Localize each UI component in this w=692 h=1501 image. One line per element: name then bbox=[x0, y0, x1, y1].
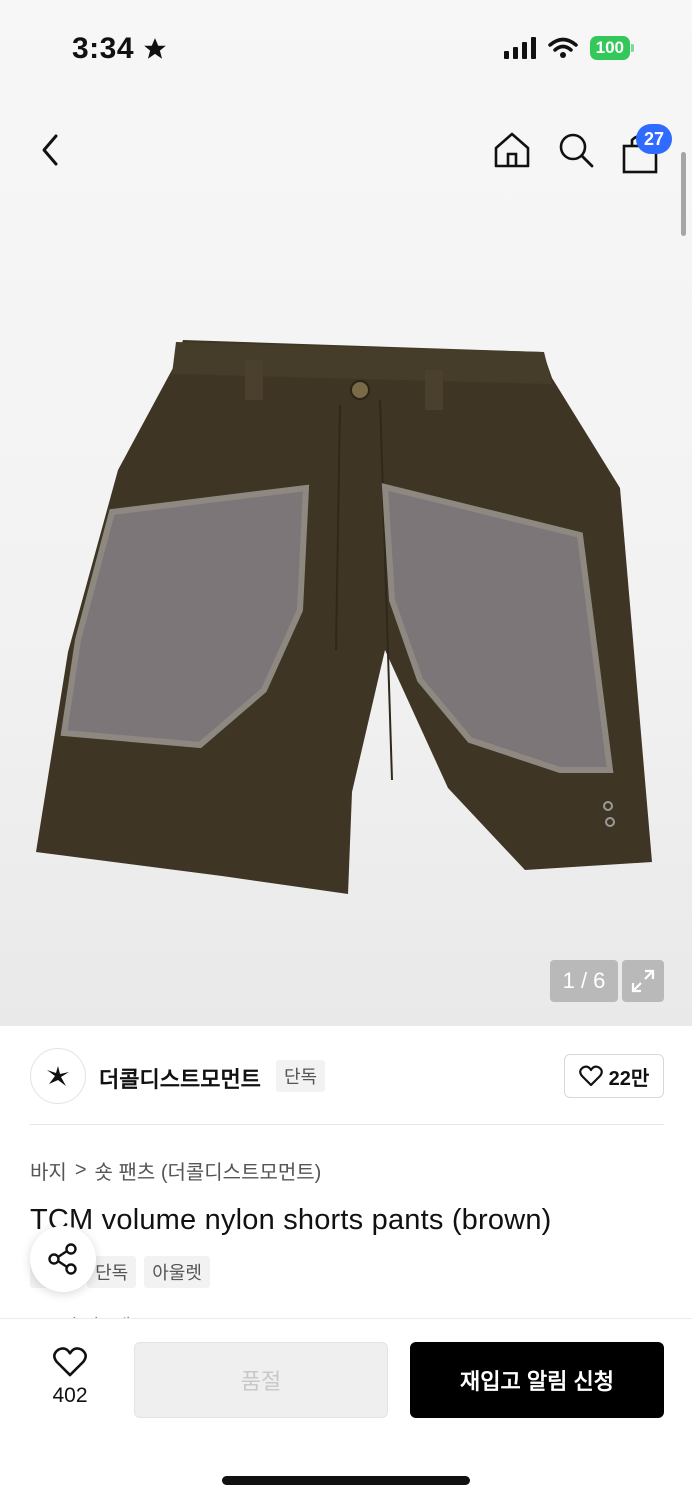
status-bar-indicators: 100 bbox=[503, 36, 634, 60]
product-title: TCM volume nylon shorts pants (brown) bbox=[30, 1204, 552, 1236]
breadcrumb-separator: > bbox=[74, 1159, 87, 1181]
favorite-button[interactable]: 402 bbox=[40, 1346, 100, 1416]
home-button[interactable] bbox=[492, 130, 532, 170]
expand-icon bbox=[631, 969, 655, 993]
chevron-left-icon bbox=[42, 134, 58, 166]
status-bar-time: 3:34 bbox=[72, 32, 168, 66]
brand-like-button[interactable]: 22만 bbox=[564, 1054, 664, 1098]
back-button[interactable] bbox=[34, 130, 70, 170]
breadcrumb-category-link[interactable]: 바지 bbox=[30, 1156, 67, 1185]
product-tag: 아울렛 bbox=[144, 1256, 210, 1288]
search-icon bbox=[559, 133, 594, 168]
breadcrumb: 바지 > 숏 팬츠 (더콜디스트모먼트) bbox=[30, 1156, 321, 1185]
battery-icon: 100 bbox=[589, 36, 634, 60]
home-icon bbox=[494, 132, 530, 168]
brand-star-logo-icon bbox=[47, 1066, 69, 1086]
brand-exclusive-badge: 단독 bbox=[276, 1060, 326, 1092]
cart-count-badge: 27 bbox=[636, 124, 672, 154]
image-counter: 1 / 6 bbox=[550, 960, 618, 1002]
breadcrumb-subcategory-link[interactable]: 숏 팬츠 (더콜디스트모먼트) bbox=[95, 1156, 322, 1185]
expand-image-button[interactable] bbox=[622, 960, 664, 1002]
sold-out-button: 품절 bbox=[134, 1342, 388, 1418]
heart-outline-icon bbox=[53, 1347, 87, 1377]
wifi-icon bbox=[547, 37, 578, 58]
signal-icon bbox=[503, 37, 536, 59]
status-time-text: 3:34 bbox=[72, 32, 135, 65]
scroll-indicator bbox=[681, 152, 686, 236]
brand-logo[interactable] bbox=[30, 1048, 86, 1104]
battery-level: 100 bbox=[589, 36, 630, 60]
star-icon bbox=[144, 38, 166, 59]
search-button[interactable] bbox=[556, 130, 596, 170]
brand-like-count: 22만 bbox=[608, 1067, 650, 1090]
share-button[interactable] bbox=[30, 1226, 96, 1292]
restock-alert-button[interactable]: 재입고 알림 신청 bbox=[410, 1342, 664, 1418]
share-icon bbox=[48, 1243, 77, 1275]
heart-outline-icon bbox=[578, 1065, 603, 1087]
home-indicator bbox=[222, 1476, 470, 1485]
divider bbox=[30, 1124, 664, 1125]
favorite-count: 402 bbox=[52, 1384, 88, 1407]
brand-name-link[interactable]: 더콜디스트모먼트 bbox=[99, 1062, 261, 1094]
